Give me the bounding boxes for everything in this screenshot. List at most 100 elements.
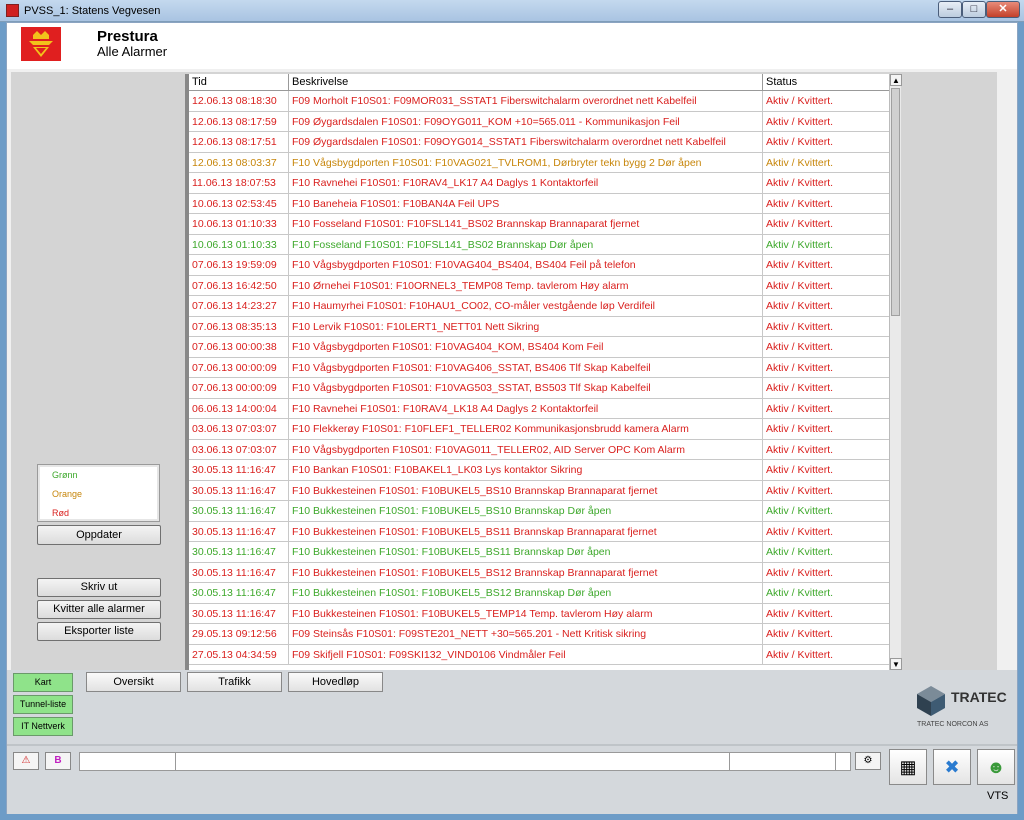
scroll-down-icon[interactable]: ▼ — [890, 658, 902, 670]
table-row[interactable]: 07.06.13 19:59:09 F10 Vågsbygdporten F10S… — [189, 255, 889, 276]
table-row[interactable]: 12.06.13 08:17:59 F09 Øygardsdalen F10S01… — [189, 111, 889, 132]
alarm-description: F10 Bukkesteinen F10S01: F10BUKEL5_TEMP1… — [289, 603, 763, 624]
alarm-description: F10 Fosseland F10S01: F10FSL141_BS02 Bra… — [289, 214, 763, 234]
vts-label: VTS — [987, 790, 1009, 802]
traffic-button[interactable]: Trafikk — [187, 672, 282, 692]
column-header-tid[interactable]: Tid — [189, 74, 289, 91]
table-row[interactable]: 12.06.13 08:03:37 F10 Vågsbygdporten F10S… — [189, 152, 889, 173]
alarm-description: F10 Ravnehei F10S01: F10RAV4_LK17 A4 Dag… — [289, 173, 763, 193]
table-row[interactable]: 06.06.13 14:00:04 F10 Ravnehei F10S01: F1… — [189, 398, 889, 419]
alarm-status: Aktiv / Kvittert. — [766, 218, 834, 230]
alarm-description: F10 Vågsbygdporten F10S01: F10VAG503_SST… — [289, 378, 763, 398]
app-icon — [6, 4, 19, 17]
alarm-time: 07.06.13 00:00:09 — [189, 357, 289, 378]
alarm-description: F10 Vågsbygdporten F10S01: F10VAG404_KOM… — [289, 337, 763, 357]
vertical-scrollbar[interactable]: ▲ ▼ — [889, 74, 902, 670]
alarm-description: F10 Vågsbygdporten F10S01: F10VAG021_TVL… — [289, 152, 763, 173]
legend-item-green: Grønn — [52, 470, 78, 480]
alarm-description: F10 Fosseland F10S01: F10FSL141_BS02 Bra… — [289, 234, 763, 255]
legend-item-red: Rød — [52, 508, 70, 518]
alarm-time: 03.06.13 07:03:07 — [189, 439, 289, 460]
alarm-status: Aktiv / Kvittert. — [766, 320, 834, 333]
table-row[interactable]: 30.05.13 11:16:47 F10 Bukkesteinen F10S01… — [189, 501, 889, 522]
title-bar: PVSS_1: Statens Vegvesen – □ ✕ — [0, 0, 1024, 22]
table-row[interactable]: 10.06.13 01:10:33 F10 Fosseland F10S01: F… — [189, 214, 889, 235]
table-row[interactable]: 10.06.13 01:10:33 F10 Fosseland F10S01: F… — [189, 234, 889, 255]
alarm-status: Aktiv / Kvittert. — [766, 197, 834, 210]
column-header-status[interactable]: Status — [763, 74, 889, 91]
table-row[interactable]: 30.05.13 11:16:47 F10 Bukkesteinen F10S01… — [189, 542, 889, 563]
alarm-status: Aktiv / Kvittert. — [766, 136, 834, 148]
alarm-description: F09 Morholt F10S01: F09MOR031_SSTAT1 Fib… — [289, 91, 763, 111]
alarm-description: F10 Bukkesteinen F10S01: F10BUKEL5_BS11 … — [289, 521, 763, 542]
table-row[interactable]: 07.06.13 14:23:27 F10 Haumyrhei F10S01: F… — [189, 296, 889, 317]
alarm-status: Aktiv / Kvittert. — [766, 115, 834, 128]
table-row[interactable]: 30.05.13 11:16:47 F10 Bukkesteinen F10S01… — [189, 562, 889, 583]
table-row[interactable]: 07.06.13 00:00:09 F10 Vågsbygdporten F10S… — [189, 357, 889, 378]
brand-name: TRATEC — [951, 689, 1007, 705]
table-row[interactable]: 03.06.13 07:03:07 F10 Flekkerøy F10S01: F… — [189, 419, 889, 440]
table-row[interactable]: 30.05.13 11:16:47 F10 Bukkesteinen F10S01… — [189, 583, 889, 604]
print-button[interactable]: Skriv ut — [37, 578, 161, 597]
alarm-status: Aktiv / Kvittert. — [766, 341, 834, 353]
alarm-description: F09 Øygardsdalen F10S01: F09OYG011_KOM +… — [289, 111, 763, 132]
alarm-time: 29.05.13 09:12:56 — [189, 624, 289, 644]
scroll-thumb[interactable] — [891, 88, 900, 316]
search-settings-icon[interactable]: ⚙ — [855, 752, 881, 770]
alarm-time: 07.06.13 00:00:38 — [189, 337, 289, 357]
column-header-beskrivelse[interactable]: Beskrivelse — [289, 74, 763, 91]
b-icon[interactable]: B — [45, 752, 71, 770]
chart-icon[interactable]: ▦ — [889, 749, 927, 785]
alarm-status: Aktiv / Kvittert. — [766, 238, 834, 251]
table-row[interactable]: 30.05.13 11:16:47 F10 Bukkesteinen F10S01… — [189, 480, 889, 501]
alarm-status: Aktiv / Kvittert. — [766, 648, 834, 661]
it-network-button[interactable]: IT Nettverk — [13, 717, 73, 736]
table-row[interactable]: 07.06.13 00:00:38 F10 Vågsbygdporten F10S… — [189, 337, 889, 358]
table-row[interactable]: 10.06.13 02:53:45 F10 Baneheia F10S01: F1… — [189, 193, 889, 214]
app-title: Prestura — [97, 28, 158, 45]
table-row[interactable]: 07.06.13 16:42:50 F10 Ørnehei F10S01: F10… — [189, 275, 889, 296]
alarm-time: 10.06.13 01:10:33 — [189, 214, 289, 234]
alarm-time: 10.06.13 01:10:33 — [189, 234, 289, 255]
alarm-time: 30.05.13 11:16:47 — [189, 480, 289, 501]
table-row[interactable]: 12.06.13 08:18:30 F09 Morholt F10S01: F09… — [189, 91, 889, 112]
table-row[interactable]: 07.06.13 00:00:09 F10 Vågsbygdporten F10S… — [189, 378, 889, 399]
table-row[interactable]: 12.06.13 08:17:51 F09 Øygardsdalen F10S01… — [189, 132, 889, 153]
alarm-status: Aktiv / Kvittert. — [766, 628, 834, 640]
excel-export-icon[interactable]: ✖ — [933, 749, 971, 785]
alarm-description: F10 Vågsbygdporten F10S01: F10VAG404_BS4… — [289, 255, 763, 275]
maximize-button[interactable]: □ — [962, 1, 986, 18]
tratec-logo: TRATEC TRATEC NORCON AS — [915, 684, 1007, 730]
table-row[interactable]: 11.06.13 18:07:53 F10 Ravnehei F10S01: F1… — [189, 173, 889, 194]
table-row[interactable]: 27.05.13 04:34:59 F09 Skifjell F10S01: F0… — [189, 644, 889, 665]
close-button[interactable]: ✕ — [986, 1, 1020, 18]
acknowledge-all-button[interactable]: Kvitter alle alarmer — [37, 600, 161, 619]
users-icon[interactable]: ☻ — [977, 749, 1015, 785]
table-row[interactable]: 30.05.13 11:16:47 F10 Bankan F10S01: F10B… — [189, 460, 889, 481]
status-bar: ⚠ B ⚙ ▦ ✖ ☻ VTS — [7, 744, 1017, 814]
table-row[interactable]: 03.06.13 07:03:07 F10 Vågsbygdporten F10S… — [189, 439, 889, 460]
alarm-time: 12.06.13 08:18:30 — [189, 91, 289, 111]
alarm-status: Aktiv / Kvittert. — [766, 95, 834, 107]
table-row[interactable]: 30.05.13 11:16:47 F10 Bukkesteinen F10S01… — [189, 603, 889, 624]
warning-icon[interactable]: ⚠ — [13, 752, 39, 770]
table-row[interactable]: 29.05.13 09:12:56 F09 Steinsås F10S01: F0… — [189, 624, 889, 645]
alarm-description: F10 Flekkerøy F10S01: F10FLEF1_TELLER02 … — [289, 419, 763, 439]
overview-button[interactable]: Oversikt — [86, 672, 181, 692]
client-area: Prestura Alle Alarmer Grønn Orange Rød O… — [6, 22, 1018, 814]
alarm-status: Aktiv / Kvittert. — [766, 443, 834, 456]
tunnel-list-button[interactable]: Tunnel-liste — [13, 695, 73, 714]
alarm-description: F10 Ravnehei F10S01: F10RAV4_LK18 A4 Dag… — [289, 398, 763, 419]
status-message-field — [79, 752, 851, 771]
alarm-status: Aktiv / Kvittert. — [766, 587, 834, 599]
alarm-description: F10 Ørnehei F10S01: F10ORNEL3_TEMP08 Tem… — [289, 275, 763, 296]
table-row[interactable]: 07.06.13 08:35:13 F10 Lervik F10S01: F10L… — [189, 316, 889, 337]
alarm-status: Aktiv / Kvittert. — [766, 423, 834, 435]
map-button[interactable]: Kart — [13, 673, 73, 692]
main-tube-button[interactable]: Hovedløp — [288, 672, 383, 692]
refresh-button[interactable]: Oppdater — [37, 525, 161, 545]
minimize-button[interactable]: – — [938, 1, 962, 18]
scroll-up-icon[interactable]: ▲ — [890, 74, 902, 86]
table-row[interactable]: 30.05.13 11:16:47 F10 Bukkesteinen F10S01… — [189, 521, 889, 542]
export-button[interactable]: Eksporter liste — [37, 622, 161, 641]
